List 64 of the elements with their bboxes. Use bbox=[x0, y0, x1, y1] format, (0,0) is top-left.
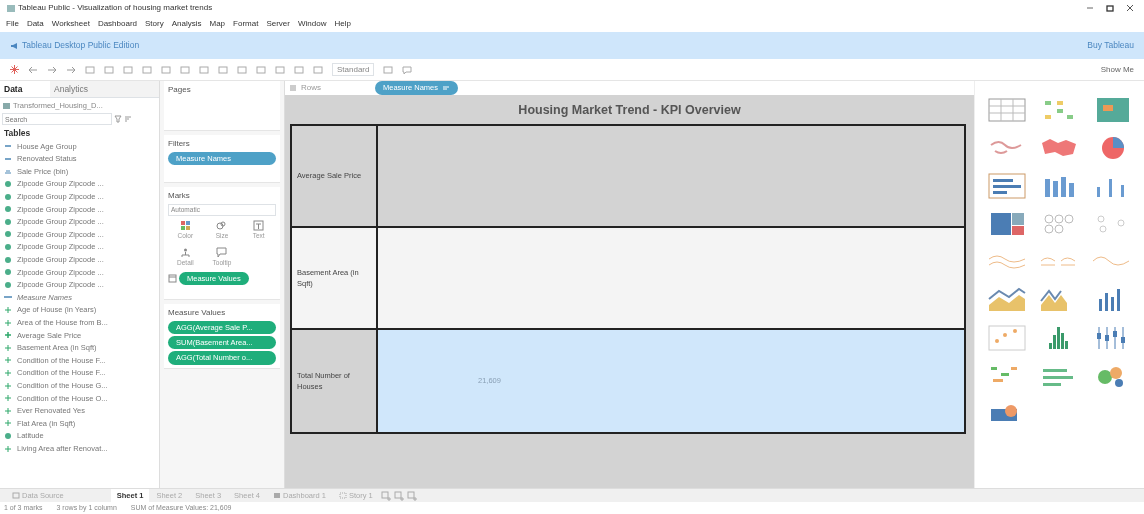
close-icon[interactable] bbox=[1126, 4, 1134, 12]
edition-label: Tableau Desktop Public Edition bbox=[22, 39, 140, 52]
redo-arrow-icon[interactable] bbox=[66, 64, 76, 75]
buy-link[interactable]: Buy Tableau bbox=[1087, 39, 1134, 52]
forward-arrow-icon[interactable] bbox=[47, 64, 57, 75]
measure-values-title: Measure Values bbox=[168, 306, 227, 319]
size-icon bbox=[216, 220, 228, 231]
text-icon bbox=[253, 220, 265, 231]
measure-icon bbox=[4, 444, 12, 453]
megaphone-icon bbox=[10, 41, 18, 50]
show-me-button[interactable]: Show Me bbox=[1100, 63, 1134, 76]
measure-icon bbox=[4, 419, 12, 428]
measure-icon bbox=[4, 369, 12, 377]
globe-icon bbox=[4, 431, 12, 440]
tables-heading: Tables bbox=[3, 127, 32, 140]
window-title: Tableau Public - Visualization of housing market trends bbox=[18, 2, 213, 14]
restore-icon[interactable] bbox=[1106, 4, 1114, 12]
app-icon bbox=[6, 3, 16, 13]
view-title: Housing Market Trend - KPI Overview bbox=[517, 102, 742, 119]
text-icon bbox=[168, 273, 177, 283]
new-worksheet-icon[interactable] bbox=[379, 489, 392, 502]
rows-shelf-label: Rows bbox=[301, 82, 322, 94]
story-icon bbox=[338, 491, 347, 500]
fit-dropdown[interactable]: Standard bbox=[332, 63, 375, 76]
menu-item[interactable]: Format bbox=[233, 18, 259, 30]
new-story-icon[interactable] bbox=[405, 489, 418, 502]
tooltip-icon[interactable] bbox=[402, 64, 413, 75]
database-icon bbox=[12, 491, 20, 500]
calculated-measure-icon bbox=[4, 331, 12, 340]
sort-icon bbox=[442, 84, 451, 92]
menu-item[interactable]: Worksheet bbox=[51, 18, 90, 30]
menu-item[interactable]: Dashboard bbox=[97, 18, 138, 30]
menu-item[interactable]: Story bbox=[145, 18, 164, 30]
menu-item[interactable]: Window bbox=[297, 18, 327, 30]
measure-icon bbox=[4, 318, 12, 327]
measure-icon bbox=[4, 406, 12, 415]
dashboard-icon bbox=[272, 491, 281, 500]
value-cell[interactable] bbox=[378, 227, 964, 330]
measure-icon bbox=[4, 343, 12, 352]
menu-item[interactable]: Analysis bbox=[171, 18, 202, 30]
filter-icon[interactable] bbox=[114, 115, 122, 124]
bin-icon bbox=[4, 167, 12, 176]
pane-tab[interactable]: Analytics bbox=[50, 81, 159, 97]
rows-icon bbox=[289, 84, 297, 92]
menu-item[interactable]: File bbox=[6, 18, 19, 30]
new-dashboard-icon[interactable] bbox=[392, 489, 405, 502]
menu-item[interactable]: Server bbox=[266, 18, 290, 30]
measure-icon bbox=[4, 394, 12, 403]
measure-icon bbox=[4, 381, 12, 390]
marks-title: Marks bbox=[168, 190, 191, 202]
minimize-icon[interactable] bbox=[1086, 4, 1094, 12]
detail-icon bbox=[179, 246, 191, 258]
measure-icon bbox=[4, 356, 12, 365]
color-icon bbox=[179, 220, 191, 231]
pages-title: Pages bbox=[168, 84, 192, 96]
datasource-icon bbox=[2, 101, 11, 110]
menu-item[interactable]: Help bbox=[334, 18, 351, 30]
back-arrow-icon[interactable] bbox=[28, 64, 38, 75]
measure-icon bbox=[4, 306, 12, 314]
sort-icon[interactable] bbox=[124, 115, 134, 124]
speech-bubble-icon bbox=[216, 246, 228, 258]
menu-item[interactable]: Map bbox=[209, 18, 226, 30]
menu-item[interactable]: Data bbox=[26, 18, 44, 30]
filters-title: Filters bbox=[168, 138, 191, 150]
